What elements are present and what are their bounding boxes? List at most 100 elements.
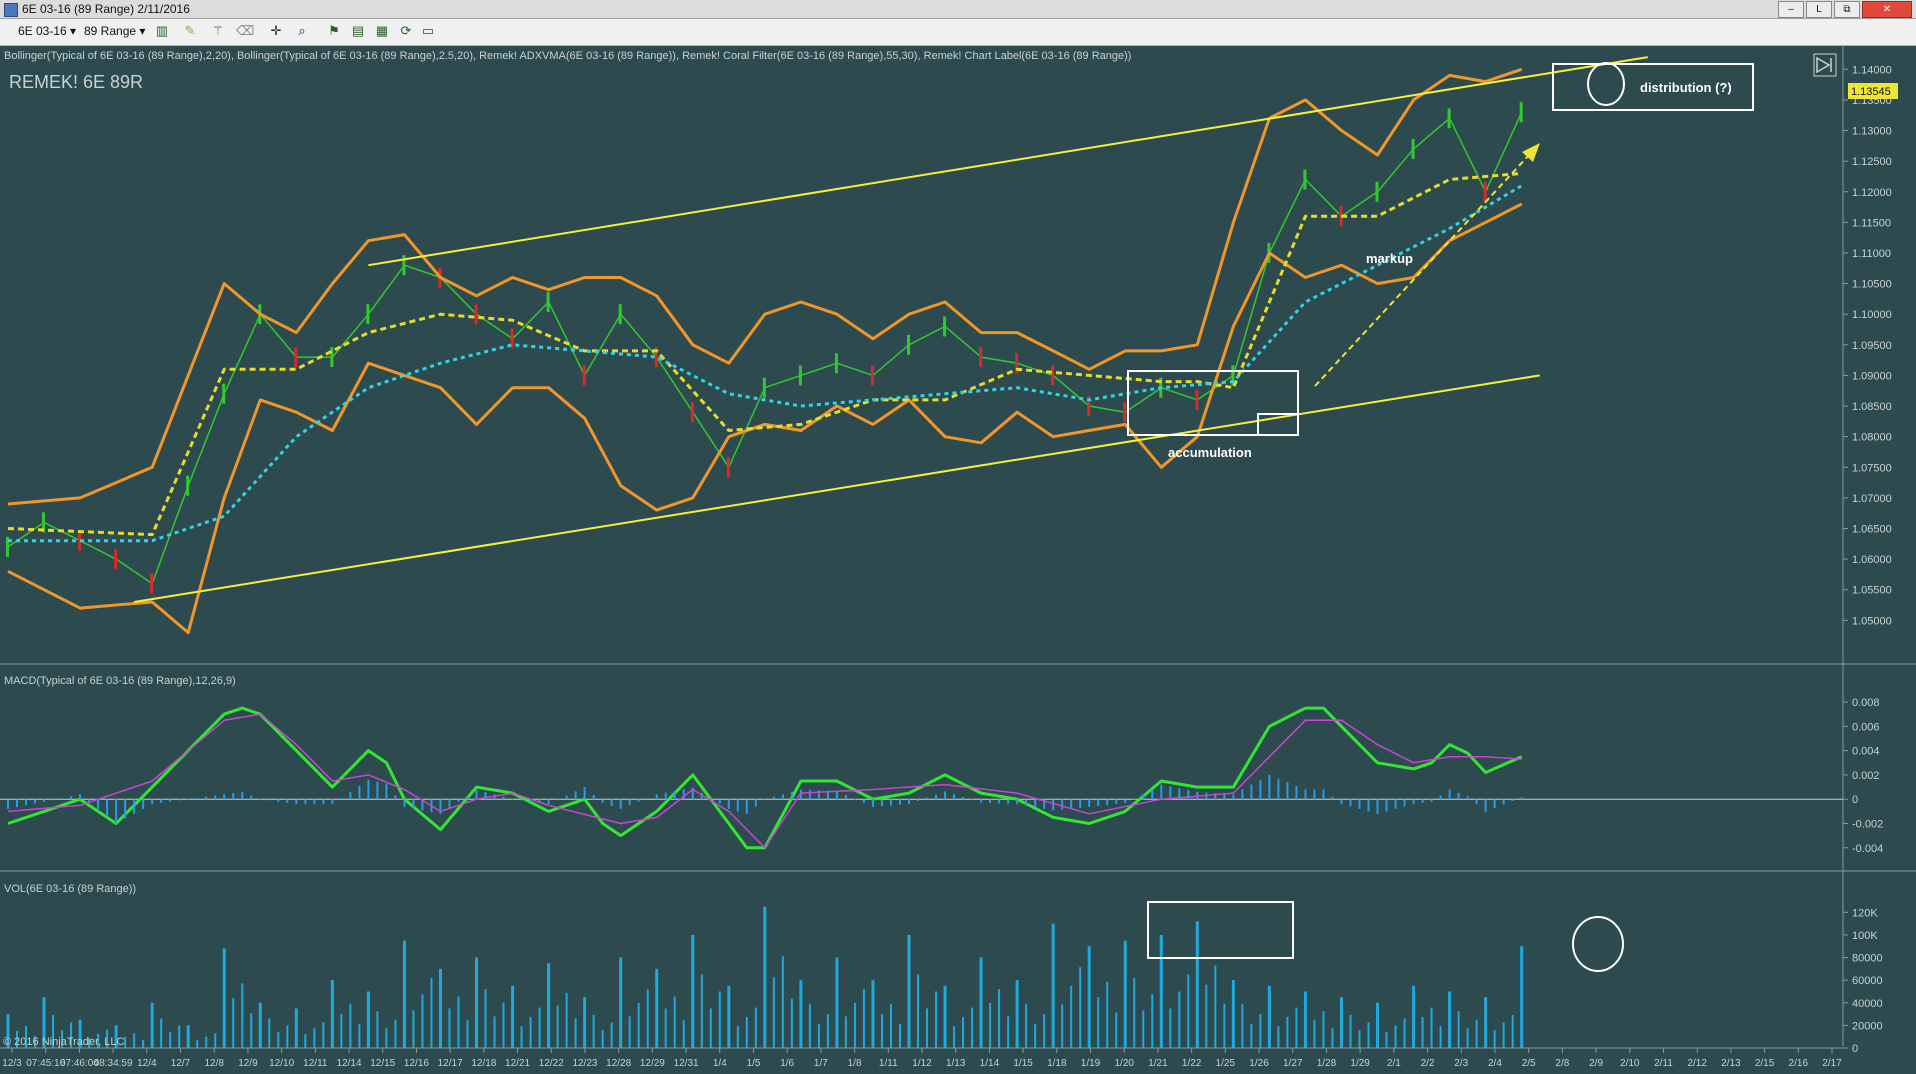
y-tick-label: 1.06000 <box>1852 554 1892 566</box>
x-tick-label: 1/7 <box>814 1058 828 1069</box>
price-candle <box>1483 181 1487 202</box>
eraser-icon[interactable]: ⌫ <box>236 23 254 39</box>
instrument-selector[interactable]: 6E 03-16 ▾ <box>14 23 80 40</box>
chevron-down-icon: ▾ <box>139 24 146 38</box>
x-tick-label: 2/1 <box>1387 1058 1401 1069</box>
price-candle <box>114 549 118 570</box>
volume-bar <box>133 1033 136 1048</box>
volume-bar <box>1267 985 1271 1048</box>
volume-bar <box>799 980 803 1048</box>
macd-histogram-bar <box>718 799 721 804</box>
volume-bar <box>250 1013 253 1048</box>
minimize-button[interactable]: ‒ <box>1778 1 1804 18</box>
macd-histogram-bar <box>898 799 901 805</box>
volume-bar <box>1376 1002 1380 1048</box>
y-tick-label: 100K <box>1852 930 1878 942</box>
interval-selector[interactable]: 89 Range ▾ <box>80 23 149 40</box>
volume-bar <box>1259 1014 1262 1048</box>
price-indicator-label: Bollinger(Typical of 6E 03-16 (89 Range)… <box>4 50 1131 62</box>
volume-bar <box>637 1002 640 1048</box>
x-tick-label: 12/17 <box>438 1058 463 1069</box>
volume-bar <box>358 1024 361 1048</box>
chevron-down-icon: ▾ <box>70 24 77 38</box>
close-button[interactable]: ✕ <box>1862 1 1912 18</box>
macd-histogram-bar <box>1016 799 1019 805</box>
zoom-icon[interactable]: ⌕ <box>294 23 310 39</box>
volume-bar <box>592 1014 595 1048</box>
volume-bar <box>1169 1008 1172 1048</box>
x-tick-label: 1/4 <box>713 1058 727 1069</box>
volume-bar <box>493 1016 496 1048</box>
x-tick-label: 1/11 <box>879 1058 898 1069</box>
macd-histogram-bar <box>844 794 847 800</box>
volume-bar <box>394 1019 397 1048</box>
volume-bar <box>718 991 721 1048</box>
volume-bar <box>1331 1028 1334 1048</box>
refresh-icon[interactable]: ⟳ <box>398 23 414 39</box>
chart-area[interactable]: 1.140001.135001.130001.125001.120001.115… <box>0 46 1916 1074</box>
accumulation-label: accumulation <box>1168 445 1252 460</box>
volume-bar <box>1403 1018 1406 1048</box>
y-tick-label: 1.14000 <box>1852 64 1892 76</box>
macd-histogram-bar <box>583 787 586 800</box>
strategy-icon[interactable]: ⚑ <box>326 23 342 39</box>
price-candle <box>726 457 730 478</box>
macd-histogram-bar <box>637 799 640 802</box>
volume-bar <box>438 968 442 1048</box>
draw-pen-icon[interactable]: ✎ <box>182 23 198 39</box>
y-tick-label: 1.05000 <box>1852 615 1892 627</box>
restore-button[interactable]: ⧉ <box>1834 1 1860 18</box>
volume-bar <box>1502 1022 1505 1048</box>
volume-bar <box>1061 1004 1064 1048</box>
interval-value: 89 Range <box>84 24 137 38</box>
markup-label: markup <box>1366 251 1413 266</box>
macd-histogram-bar <box>304 799 307 805</box>
macd-histogram-bar <box>1007 799 1010 804</box>
volume-bar <box>853 1002 856 1048</box>
x-tick-label: 12/31 <box>674 1058 699 1069</box>
y-tick-label: 0.006 <box>1852 721 1880 733</box>
volume-bar <box>475 957 479 1048</box>
macd-histogram-bar <box>556 799 559 801</box>
x-tick-label: 1/26 <box>1249 1058 1269 1069</box>
volume-bar <box>1043 1014 1046 1048</box>
chart-properties-icon[interactable]: ▦ <box>374 23 390 39</box>
macd-histogram-bar <box>1277 778 1280 800</box>
instrument-value: 6E 03-16 <box>18 24 67 38</box>
price-candle <box>1051 365 1055 386</box>
macd-histogram-bar <box>475 789 478 800</box>
macd-histogram-bar <box>223 794 226 800</box>
macd-histogram-bar <box>367 779 370 800</box>
macd-histogram-bar <box>1358 799 1361 809</box>
volume-bar <box>1448 991 1452 1048</box>
chart-label: REMEK! 6E 89R <box>9 72 143 92</box>
y-tick-label: 0 <box>1852 1043 1858 1055</box>
crosshair-icon[interactable]: ✛ <box>268 23 284 39</box>
link-button[interactable]: L <box>1806 1 1832 18</box>
volume-bar <box>1339 997 1343 1048</box>
volume-bar <box>160 1018 163 1048</box>
indicator-icon[interactable]: ▤ <box>350 23 366 39</box>
macd-histogram-bar <box>1088 799 1091 807</box>
magic-wand-icon[interactable]: ⚚ <box>210 23 226 39</box>
bar-style-icon[interactable]: ▥ <box>154 23 170 39</box>
volume-bar <box>313 1028 316 1048</box>
x-tick-label: 1/15 <box>1013 1058 1033 1069</box>
last-price-value: 1.13545 <box>1851 86 1891 98</box>
volume-bar <box>1151 994 1154 1048</box>
macd-histogram-bar <box>547 799 550 805</box>
volume-bar <box>556 1005 559 1048</box>
volume-bar <box>294 1008 298 1048</box>
macd-histogram-bar <box>1169 786 1172 800</box>
volume-bar <box>529 1016 532 1048</box>
volume-bar <box>484 989 487 1048</box>
price-candle <box>618 304 622 325</box>
macd-histogram-bar <box>1520 797 1523 800</box>
volume-bar <box>268 1018 271 1048</box>
volume-bar <box>601 1030 604 1048</box>
template-icon[interactable]: ▭ <box>420 23 436 39</box>
x-tick-label: 12/28 <box>606 1058 631 1069</box>
x-tick-label: 2/11 <box>1654 1058 1673 1069</box>
volume-bar <box>1493 1030 1496 1048</box>
volume-bar <box>664 1008 667 1048</box>
